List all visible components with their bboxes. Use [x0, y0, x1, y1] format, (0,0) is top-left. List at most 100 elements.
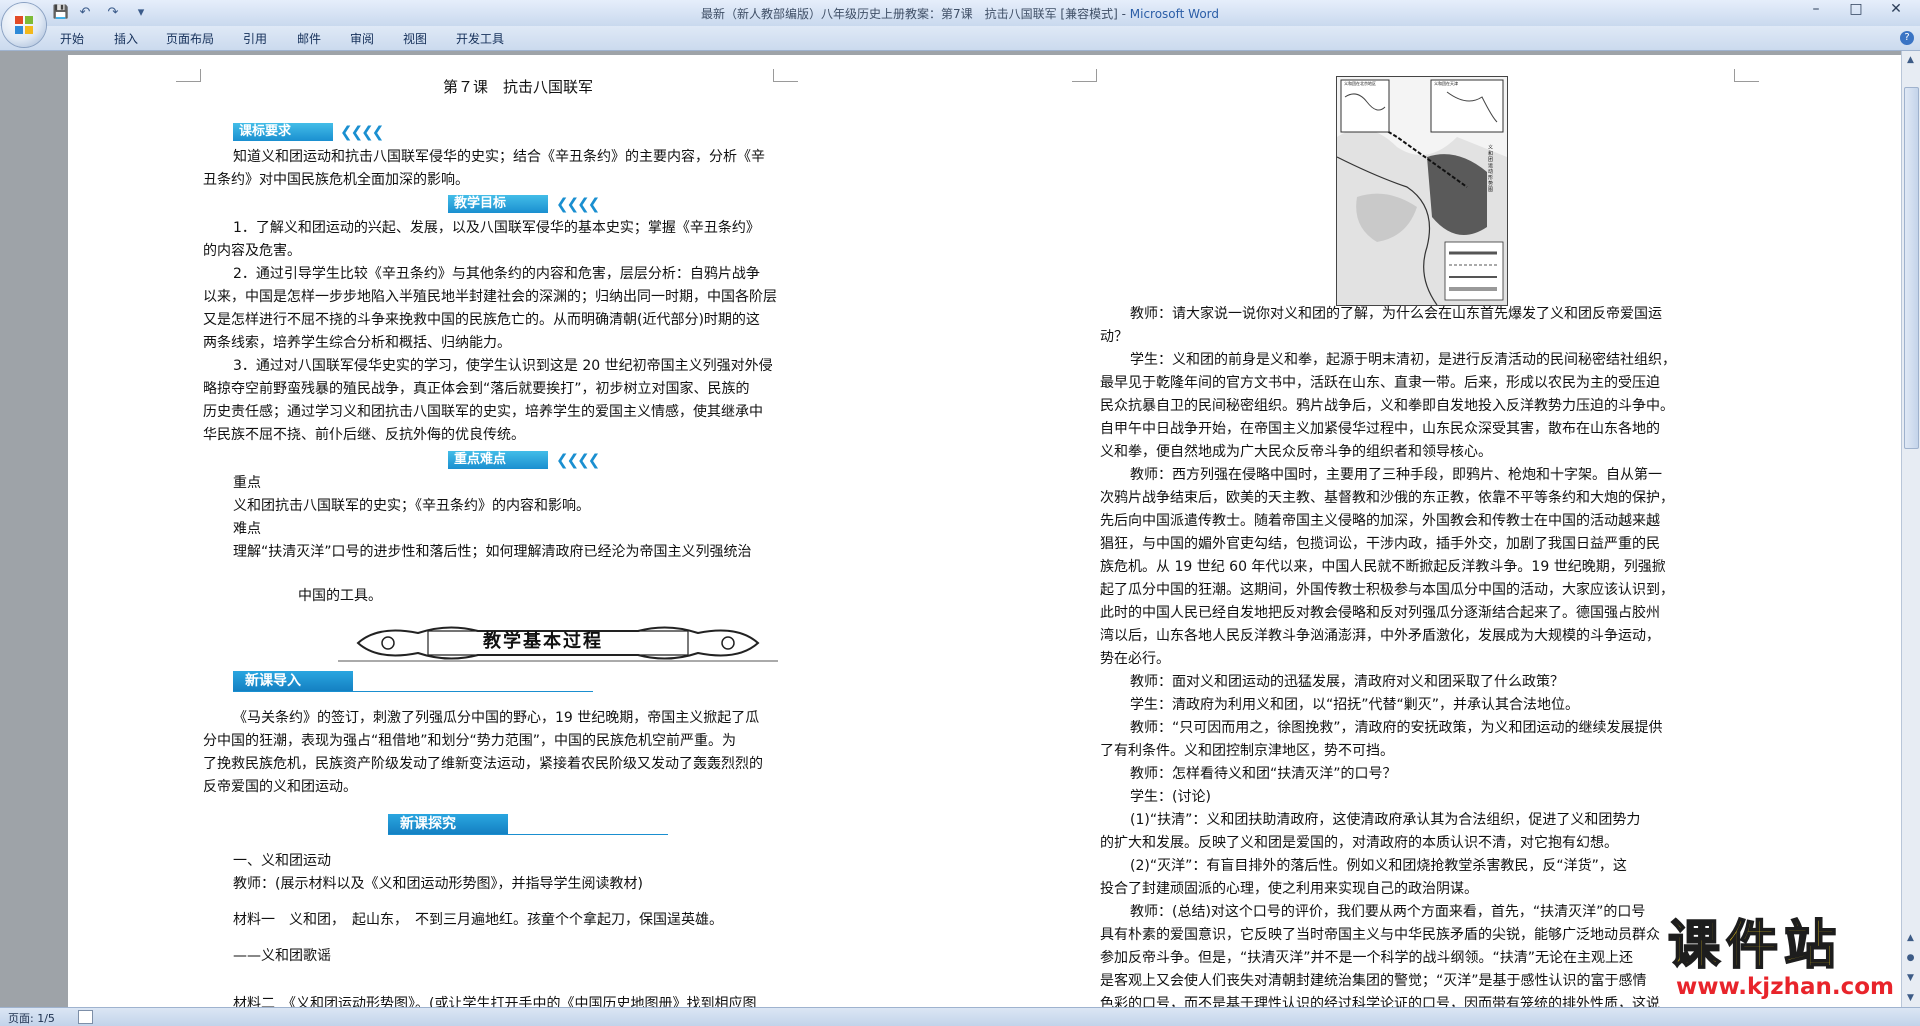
scroll-up-icon[interactable]: ▲: [1904, 53, 1917, 67]
dialogue-line: 次鸦片战争结束后，欧美的天主教、基督教和沙俄的东正教，依靠不平等条约和大炮的保护…: [1100, 490, 1674, 506]
dialogue-line: (2)“灭洋”：有盲目排外的落后性。例如义和团烧抢教堂杀害教民，反“洋货”，这: [1130, 858, 1627, 874]
objective-line: 的内容及危害。: [203, 243, 301, 259]
dialogue-line: 具有朴素的爱国意识，它反映了当时帝国主义与中华民族矛盾的尖锐，能够广泛地动员群众: [1100, 927, 1660, 943]
header-underline: [233, 691, 593, 692]
intro-line: 分中国的狂潮，表现为强占“租借地”和划分“势力范围”，中国的民族危机空前严重。为: [203, 733, 737, 749]
objective-line: 历史责任感；通过学习义和团抗击八国联军的史实，培养学生的爱国主义情感，使其继承中: [203, 404, 763, 420]
dialogue-line: 起了瓜分中国的狂潮。这期间，外国传教士积极参与本国瓜分中国的活动，大家应该认识到…: [1100, 582, 1674, 598]
dialogue-line: 先后向中国派遣传教士。随着帝国主义侵略的加深，外国教会和传教士在中国的活动越来越: [1100, 513, 1660, 529]
chevron-icon: ❮❮❮❮: [556, 195, 600, 213]
intro-line: 了挽救民族危机，民族资产阶级发动了维新变法运动，紧接着农民阶级又发动了轰轰烈烈的: [203, 756, 763, 772]
objective-line: 以来，中国是怎样一步步地陷入半殖民地半封建社会的深渊的；归纳出同一时期，中国各阶…: [203, 289, 777, 305]
tab-page-layout[interactable]: 页面布局: [166, 30, 214, 47]
tab-references[interactable]: 引用: [243, 30, 267, 47]
difficulty-text: 理解“扶清灭洋”口号的进步性和落后性；如何理解清政府已经沦为帝国主义列强统治: [233, 544, 752, 560]
dialogue-line: 义和拳，便自然地成为广大民众反帝斗争的组织者和领导核心。: [1100, 444, 1492, 460]
tab-review[interactable]: 审阅: [350, 30, 374, 47]
page-1: 第７课 抗击八国联军 课标要求 ❮❮❮❮ 知道义和团运动和抗击八国联军侵华的史实…: [68, 55, 1011, 1007]
section-intro-header: 新课导入: [233, 671, 353, 691]
dialogue-line: 族危机。从 19 世纪 60 年代以来，中国人民就不断掀起反洋教斗争。19 世纪…: [1100, 559, 1666, 575]
dialogue-line: 色彩的口号，而不是基于理性认识的经过科学论证的口号，因而带有笼统的排外性质，这说: [1100, 996, 1660, 1007]
explore-heading: 一、义和团运动: [233, 853, 331, 869]
section-explore-header: 新课探究: [388, 814, 508, 834]
minimize-button[interactable]: –: [1796, 0, 1836, 20]
chevron-icon: ❮❮❮❮: [556, 451, 600, 469]
dialogue-line: 教师：请大家说一说你对义和团的了解，为什么会在山东首先爆发了义和团反帝爱国运: [1130, 306, 1662, 322]
office-button[interactable]: [2, 3, 46, 47]
dialogue-line: 最早见于乾隆年间的官方文书中，活跃在山东、直隶一带。后来，形成以农民为主的受压迫: [1100, 375, 1660, 391]
crop-mark: [773, 69, 798, 82]
goal-text-2: 丑条约》对中国民族危机全面加深的影响。: [203, 172, 469, 188]
tab-developer[interactable]: 开发工具: [456, 30, 504, 47]
dialogue-line: 学生：(讨论): [1130, 789, 1211, 805]
dialogue-line: (1)“扶清”：义和团扶助清政府，这使清政府承认其为合法组织，促进了义和团势力: [1130, 812, 1641, 828]
crop-mark: [1072, 69, 1097, 82]
material-2: 材料二 《义和团运动形势图》。(或让学生打开手中的《中国历史地图册》找到相应图: [233, 996, 757, 1007]
dialogue-line: 学生：清政府为利用义和团，以“招抚”代替“剿灭”，并承认其合法地位。: [1130, 697, 1580, 713]
document-workspace: 第７课 抗击八国联军 课标要求 ❮❮❮❮ 知道义和团运动和抗击八国联军侵华的史实…: [0, 51, 1902, 1007]
dialogue-line: 教师：“只可因而用之，徐图挽救”，清政府的安抚政策，为义和团运动的继续发展提供: [1130, 720, 1663, 736]
restore-button[interactable]: □: [1836, 0, 1876, 20]
vertical-scrollbar[interactable]: ▲ ▲ ● ▼ ▼: [1901, 51, 1920, 1007]
dialogue-line: 教师：面对义和团运动的迅猛发展，清政府对义和团采取了什么政策？: [1130, 674, 1564, 690]
crop-mark: [176, 69, 201, 82]
objective-line: 略掠夺空前野蛮残暴的殖民战争，真正体会到“落后就要挨打”，初步树立对国家、民族的: [203, 381, 750, 397]
ribbon-tab-bar: 开始 插入 页面布局 引用 邮件 审阅 视图 开发工具 ?: [0, 26, 1920, 51]
dialogue-line: 教师：(总结)对这个口号的评价，我们要从两个方面来看，首先，“扶清灭洋”的口号: [1130, 904, 1646, 920]
header-underline: [388, 834, 668, 835]
watermark-url: www.kjzhan.com: [1676, 974, 1894, 1000]
tab-insert[interactable]: 插入: [114, 30, 138, 47]
dialogue-line: 投合了封建顽固派的心理，使之利用来实现自己的政治阴谋。: [1100, 881, 1478, 897]
objective-line: 两条线索，培养学生综合分析和概括、归纳能力。: [203, 335, 511, 351]
section-keypoints-header: 重点难点: [448, 451, 548, 469]
material-1-source: ——义和团歌谣: [233, 948, 331, 964]
status-bar: 页面: 1/5: [0, 1007, 1920, 1026]
dialogue-line: 教师：西方列强在侵略中国时，主要用了三种手段，即鸦片、枪炮和十字架。自从第一: [1130, 467, 1662, 483]
watermark-name: 课件站: [1667, 916, 1843, 976]
key-label: 重点: [233, 475, 261, 491]
proofing-icon[interactable]: [78, 1010, 93, 1024]
tab-home[interactable]: 开始: [60, 30, 84, 47]
objective-line: 2．通过引导学生比较《辛丑条约》与其他条约的内容和危害，层层分析：自鸦片战争: [233, 266, 760, 282]
help-icon[interactable]: ?: [1900, 31, 1914, 45]
objective-line: 3．通过对八国联军侵华史实的学习，使学生认识到这是 20 世纪初帝国主义列强对外…: [233, 358, 773, 374]
dialogue-line: 是客观上又会使人们丧失对清朝封建统治集团的警觉；“灭洋”是基于感性认识的富于感情: [1100, 973, 1647, 989]
document-title: 最新（新人教部编版）八年级历史上册教案：第7课 抗击八国联军 [兼容模式] - …: [0, 5, 1920, 22]
dialogue-line: 势在必行。: [1100, 651, 1170, 667]
close-button[interactable]: ✕: [1876, 0, 1916, 20]
chevron-icon: ❮❮❮❮: [340, 123, 384, 141]
section-goal-header: 课标要求: [233, 123, 333, 141]
map-inset-label-2: 义和团在天津: [1434, 81, 1458, 86]
dialogue-line: 自甲午中日战争开始，在帝国主义加紧侵华过程中，山东民众深受其害，散布在山东各地的: [1100, 421, 1660, 437]
dialogue-line: 学生：义和团的前身是义和拳，起源于明末清初，是进行反清活动的民间秘密结社组织，: [1130, 352, 1676, 368]
explore-teacher: 教师：(展示材料以及《义和团运动形势图》，并指导学生阅读教材): [233, 876, 643, 892]
dialogue-line: 了有利条件。义和团控制京津地区，势不可挡。: [1100, 743, 1394, 759]
dialogue-line: 民众抗暴自卫的民间秘密组织。鸦片战争后，义和拳即自发地投入反洋教势力压迫的斗争中…: [1100, 398, 1674, 414]
objective-line: 华民族不屈不挠、前仆后继、反抗外侮的优良传统。: [203, 427, 525, 443]
dialogue-line: 的扩大和发展。反映了义和团是爱国的，对清政府的本质认识不清，对它抱有幻想。: [1100, 835, 1618, 851]
lesson-title: 第７课 抗击八国联军: [443, 78, 594, 96]
tab-mailings[interactable]: 邮件: [297, 30, 321, 47]
dialogue-line: 参加反帝斗争。但是，“扶清灭洋”并不是一个科学的战斗纲领。“扶清”无论在主观上还: [1100, 950, 1634, 966]
goal-text-1: 知道义和团运动和抗击八国联军侵华的史实；结合《辛丑条约》的主要内容，分析《辛: [233, 149, 765, 165]
objective-line: 又是怎样进行不屈不挠的斗争来挽救中国的民族危亡的。从而明确清朝(近代部分)时期的…: [203, 312, 760, 328]
scroll-thumb[interactable]: [1904, 87, 1919, 449]
objective-line: 1．了解义和团运动的兴起、发展，以及八国联军侵华的基本史实；掌握《辛丑条约》: [233, 220, 760, 236]
app-name: Microsoft Word: [1129, 7, 1220, 21]
title-bar: 💾 ↶ ↷ ▾ 最新（新人教部编版）八年级历史上册教案：第7课 抗击八国联军 […: [0, 0, 1920, 47]
dialogue-line: 教师：怎样看待义和团“扶清灭洋”的口号？: [1130, 766, 1397, 782]
page-indicator[interactable]: 页面: 1/5: [8, 1010, 55, 1026]
tab-view[interactable]: 视图: [403, 30, 427, 47]
document-name: 最新（新人教部编版）八年级历史上册教案：第7课 抗击八国联军 [兼容模式] -: [700, 7, 1130, 21]
material-1: 材料一 义和团， 起山东， 不到三月遍地红。孩童个个拿起刀，保国逞英雄。: [233, 912, 723, 928]
intro-line: 反帝爱国的义和团运动。: [203, 779, 357, 795]
intro-line: 《马关条约》的签订，刺激了列强瓜分中国的野心，19 世纪晚期，帝国主义掀起了瓜: [233, 710, 760, 726]
key-text: 义和团抗击八国联军的史实；《辛丑条约》的内容和影响。: [233, 498, 590, 514]
difficulty-text-2: 中国的工具。: [298, 588, 382, 604]
difficulty-label: 难点: [233, 521, 261, 537]
boxer-movement-map: [1336, 76, 1508, 306]
dialogue-line: 湾以后，山东各地人民反洋教斗争汹涌澎湃，中外矛盾激化，发展成为大规模的斗争运动，: [1100, 628, 1660, 644]
dialogue-line: 此时的中国人民已经自发地把反对教会侵略和反对列强瓜分逐渐结合起来了。德国强占胶州: [1100, 605, 1660, 621]
process-banner-text: 教学基本过程: [483, 631, 603, 652]
dialogue-line: 猖狂，与中国的媚外官吏勾结，包揽词讼，干涉内政，插手外交，加剧了我国日益严重的民: [1100, 536, 1660, 552]
